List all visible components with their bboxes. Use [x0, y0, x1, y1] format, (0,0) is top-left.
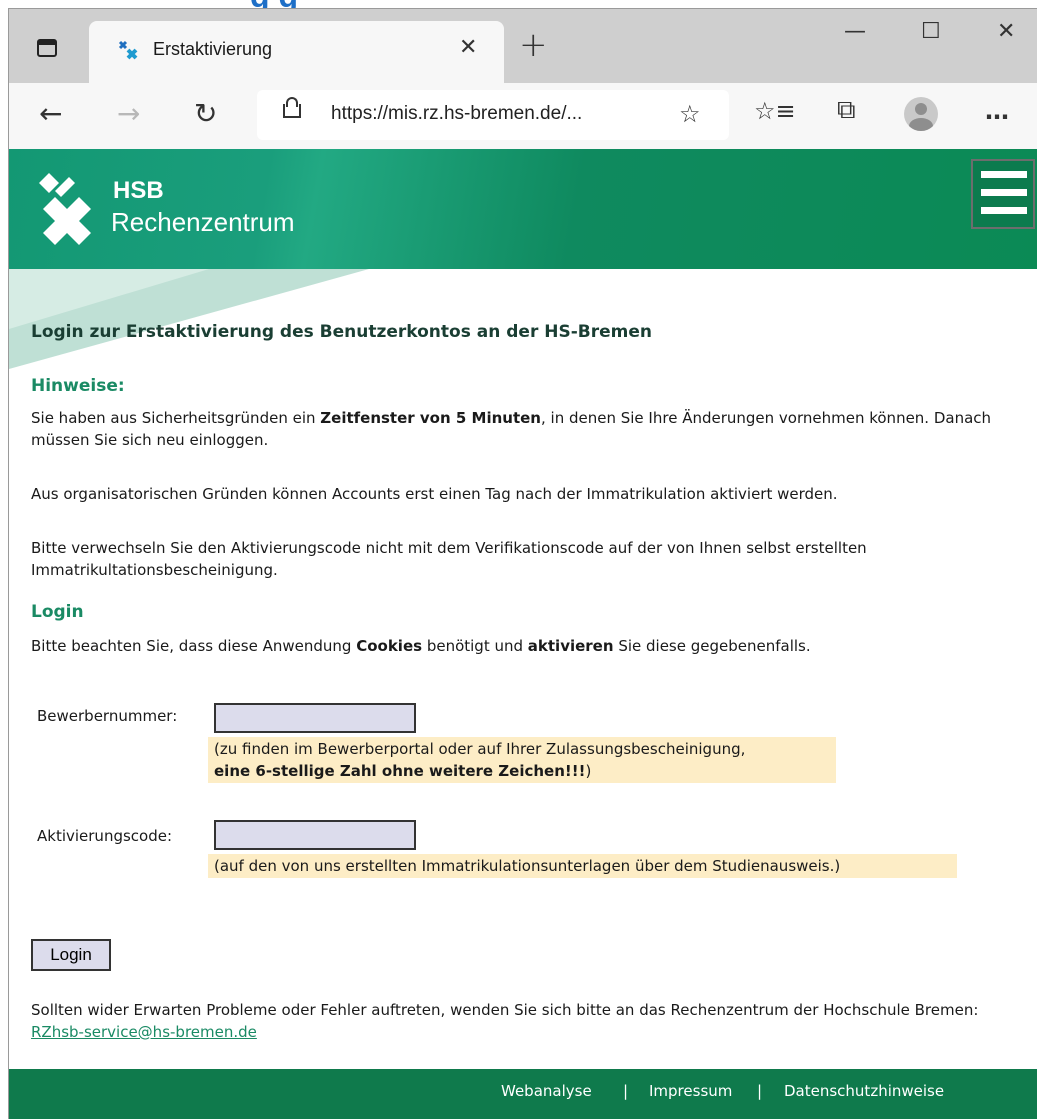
login-button[interactable]: Login [31, 939, 111, 971]
login-heading: Login [31, 602, 84, 622]
tab-strip: Erstaktivierung ✕ + — ☐ ✕ [9, 9, 1037, 83]
tab-close-icon[interactable]: ✕ [459, 35, 477, 60]
footer-link-webanalyse[interactable]: Webanalyse [501, 1082, 592, 1100]
page-title: Login zur Erstaktivierung des Benutzerko… [31, 322, 652, 342]
hinweis-aktivierung: Aus organisatorischen Gründen können Acc… [31, 485, 838, 503]
bewerbernummer-hint: (zu finden im Bewerberportal oder auf Ih… [208, 737, 836, 783]
more-icon[interactable]: … [985, 97, 1009, 125]
bewerbernummer-label: Bewerbernummer: [37, 707, 178, 725]
brand-hsb: HSB [113, 177, 164, 204]
browser-window: Erstaktivierung ✕ + — ☐ ✕ ← → ↻ https://… [8, 8, 1037, 1119]
back-icon[interactable]: ← [39, 97, 62, 130]
favorites-icon[interactable]: ☆≡ [754, 97, 796, 125]
favicon [117, 39, 139, 61]
tab-actions-icon[interactable] [37, 39, 57, 57]
aktivierungscode-input[interactable] [214, 820, 416, 850]
browser-toolbar: ← → ↻ https://mis.rz.hs-bremen.de/... ☆ … [9, 83, 1037, 150]
minimize-button[interactable]: — [844, 19, 866, 44]
contact-text: Sollten wider Erwarten Probleme oder Feh… [31, 1001, 979, 1041]
aktivierungscode-label: Aktivierungscode: [37, 827, 173, 845]
site-footer: Webanalyse | Impressum | Datenschutzhinw… [9, 1069, 1037, 1119]
refresh-icon[interactable]: ↻ [194, 97, 217, 130]
tab-erstaktivierung[interactable]: Erstaktivierung ✕ [89, 21, 504, 83]
hinweise-heading: Hinweise: [31, 376, 125, 396]
cookie-notice: Bitte beachten Sie, dass diese Anwendung… [31, 637, 811, 655]
close-window-button[interactable]: ✕ [997, 19, 1015, 44]
maximize-button[interactable]: ☐ [921, 19, 941, 44]
forward-icon[interactable]: → [117, 97, 140, 130]
tab-title: Erstaktivierung [153, 39, 273, 59]
new-tab-icon[interactable]: + [519, 25, 548, 65]
add-favorite-icon[interactable]: ☆ [679, 100, 701, 128]
footer-separator: | [623, 1082, 629, 1100]
brand-rechenzentrum: Rechenzentrum [111, 207, 295, 237]
address-bar[interactable]: https://mis.rz.hs-bremen.de/... ☆ [257, 90, 729, 140]
site-header: HSB Rechenzentrum [9, 149, 1037, 269]
support-email-link[interactable]: RZhsb-service@hs-bremen.de [31, 1023, 257, 1041]
footer-link-datenschutz[interactable]: Datenschutzhinweise [784, 1082, 944, 1100]
header-decoration-light [9, 269, 209, 329]
url-text: https://mis.rz.hs-bremen.de/... [331, 103, 583, 124]
hamburger-menu-button[interactable] [971, 159, 1035, 229]
aktivierungscode-hint: (auf den von uns erstellten Immatrikulat… [208, 854, 957, 878]
profile-icon[interactable] [904, 97, 938, 131]
bewerbernummer-input[interactable] [214, 703, 416, 733]
collections-icon[interactable]: ⧉ [837, 95, 856, 126]
footer-separator: | [757, 1082, 763, 1100]
hinweis-verifikationscode: Bitte verwechseln Sie den Aktivierungsco… [31, 539, 867, 579]
hinweis-zeitfenster: Sie haben aus Sicherheitsgründen ein Zei… [31, 409, 992, 449]
hsb-logo-icon [33, 169, 103, 247]
footer-link-impressum[interactable]: Impressum [649, 1082, 732, 1100]
web-page: HSB Rechenzentrum Login zur Erstaktivier… [9, 149, 1037, 1119]
